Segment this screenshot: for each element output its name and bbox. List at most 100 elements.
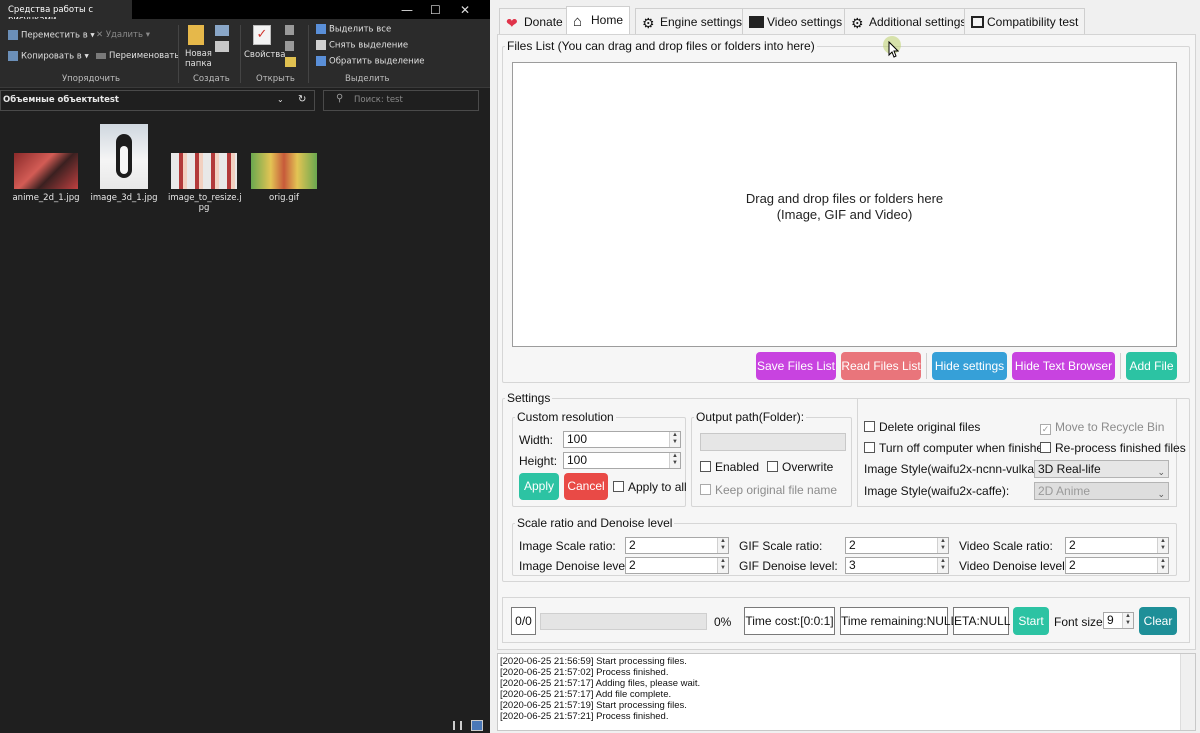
spin-arrows[interactable]: ▲ ▼ [1157, 558, 1168, 573]
picture-tools-tab[interactable]: Средства работы с рисунками [0, 0, 132, 25]
easy-access-icon[interactable] [215, 41, 229, 52]
image-scale-spinbox[interactable]: 2 ▲ ▼ [625, 537, 729, 554]
cancel-button[interactable]: Cancel [564, 473, 608, 500]
log-scrollbar[interactable] [1180, 654, 1195, 730]
file-item[interactable]: anime_2d_1.jpg [10, 153, 82, 203]
open-icon[interactable] [285, 25, 294, 35]
read-files-list-button[interactable]: Read Files List [841, 352, 921, 380]
drop-zone-text: Drag and drop files or folders here (Ima… [745, 191, 944, 222]
hide-settings-button[interactable]: Hide settings [932, 352, 1007, 380]
style-vulkan-select[interactable]: 3D Real-life ⌄ [1034, 460, 1169, 478]
maximize-icon[interactable]: ☐ [430, 3, 441, 17]
hide-text-browser-button[interactable]: Hide Text Browser [1012, 352, 1115, 380]
file-drop-zone[interactable]: Drag and drop files or folders here (Ima… [512, 62, 1177, 347]
properties-button[interactable]: Свойства [244, 50, 286, 60]
spin-arrows[interactable]: ▲ ▼ [717, 558, 728, 573]
enabled-checkbox[interactable]: Enabled [700, 460, 759, 474]
rename-icon [96, 52, 106, 59]
log-line: [2020-06-25 21:57:17] Adding files, plea… [500, 678, 701, 689]
file-item[interactable]: image_to_resize.j pg [168, 153, 242, 213]
apply-to-all-checkbox[interactable]: Apply to all [613, 480, 687, 494]
file-item[interactable]: orig.gif [248, 153, 320, 203]
clear-button[interactable]: Clear [1139, 607, 1177, 635]
video-denoise-spinbox[interactable]: 2 ▲ ▼ [1065, 557, 1169, 574]
file-item[interactable]: image_3d_1.jpg [88, 124, 160, 203]
select-all-button[interactable]: Выделить все [316, 24, 391, 35]
files-list-legend: Files List (You can drag and drop files … [507, 39, 815, 53]
video-denoise-label: Video Denoise level: [959, 559, 1069, 573]
settings-icon: ⚙ [851, 15, 864, 31]
mouse-cursor-icon [888, 41, 899, 58]
spin-arrows[interactable]: ▲ ▼ [717, 538, 728, 553]
deselect-button[interactable]: Снять выделение [316, 40, 408, 51]
tab-home[interactable]: ⌂ Home [566, 6, 631, 34]
breadcrumb-root[interactable]: Объемные объекты [3, 95, 100, 105]
log-line: [2020-06-25 21:57:19] Start processing f… [500, 700, 687, 711]
breadcrumb-leaf[interactable]: test [100, 95, 119, 105]
gif-denoise-spinbox[interactable]: 3 ▲ ▼ [845, 557, 949, 574]
tab-donate[interactable]: ❤ Donate [499, 8, 570, 34]
font-size-spinbox[interactable]: 9 ▲ ▼ [1103, 612, 1134, 629]
spin-arrows[interactable]: ▲ ▼ [669, 453, 680, 468]
edit-icon[interactable] [285, 41, 294, 51]
minimize-icon[interactable]: — [401, 3, 413, 17]
invert-selection-button[interactable]: Обратить выделение [316, 56, 424, 67]
large-icons-view-icon[interactable] [471, 720, 483, 731]
ribbon-separator [178, 25, 179, 83]
style-vulkan-label: Image Style(waifu2x-ncnn-vulkan): [864, 462, 1049, 476]
checkbox-box: ✓ [1040, 424, 1051, 435]
width-spinbox[interactable]: 100 ▲ ▼ [563, 431, 681, 448]
file-thumbnail [251, 153, 317, 189]
address-bar[interactable]: Объемные объекты › test ⌄ ↻ [0, 90, 315, 111]
gif-scale-spinbox[interactable]: 2 ▲ ▼ [845, 537, 949, 554]
height-spinbox[interactable]: 100 ▲ ▼ [563, 452, 681, 469]
spin-arrows[interactable]: ▲ ▼ [937, 558, 948, 573]
spin-arrows[interactable]: ▲ ▼ [1157, 538, 1168, 553]
custom-resolution-legend: Custom resolution [517, 410, 614, 424]
video-scale-label: Video Scale ratio: [959, 539, 1053, 553]
ribbon-separator [240, 25, 241, 83]
spin-arrows[interactable]: ▲ ▼ [937, 538, 948, 553]
time-cost-label: Time cost:[0:0:1] [744, 607, 835, 635]
history-icon[interactable] [285, 57, 296, 67]
reprocess-checkbox[interactable]: Re-process finished files [1040, 441, 1186, 455]
image-scale-label: Image Scale ratio: [519, 539, 616, 553]
search-input[interactable]: ⚲ Поиск: test [323, 90, 479, 111]
address-bar-row: Объемные объекты › test ⌄ ↻ ⚲ Поиск: tes… [0, 88, 490, 113]
log-text-browser[interactable]: [2020-06-25 21:56:59] Start processing f… [497, 653, 1196, 731]
tab-video-settings[interactable]: Video settings [742, 8, 850, 34]
video-scale-spinbox[interactable]: 2 ▲ ▼ [1065, 537, 1169, 554]
style-caffe-select[interactable]: 2D Anime ⌄ [1034, 482, 1169, 500]
keep-original-name-checkbox[interactable]: Keep original file name [700, 483, 837, 497]
rename-button[interactable]: Переименовать [96, 51, 179, 61]
delete-original-checkbox[interactable]: Delete original files [864, 420, 980, 434]
save-files-list-button[interactable]: Save Files List [756, 352, 836, 380]
turn-off-computer-checkbox[interactable]: Turn off computer when finished [864, 441, 1050, 455]
waifu2x-app-window: ❤ Donate ⌂ Home ⚙ Engine settings Video set… [490, 0, 1200, 733]
move-to-recycle-bin-checkbox[interactable]: ✓ Move to Recycle Bin [1040, 420, 1164, 435]
output-path-input[interactable] [700, 433, 846, 451]
spin-arrows[interactable]: ▲ ▼ [669, 432, 680, 447]
new-folder-button[interactable]: Новая папка [185, 49, 212, 69]
start-button[interactable]: Start [1013, 607, 1049, 635]
add-file-button[interactable]: Add File [1126, 352, 1177, 380]
tab-compatibility-test[interactable]: Compatibility test [964, 8, 1086, 34]
overwrite-checkbox[interactable]: Overwrite [767, 460, 833, 474]
apply-button[interactable]: Apply [519, 473, 559, 500]
spin-arrows[interactable]: ▲ ▼ [1122, 613, 1133, 628]
copy-to-button[interactable]: Копировать в ▾ [8, 51, 89, 62]
move-to-button[interactable]: Переместить в ▾ [8, 30, 95, 41]
chevron-down-icon[interactable]: ⌄ [277, 95, 284, 104]
open-group-label: Открыть [256, 74, 295, 84]
details-view-icon[interactable] [453, 721, 462, 730]
tab-additional-settings[interactable]: ⚙ Additional settings [844, 8, 974, 34]
image-denoise-spinbox[interactable]: 2 ▲ ▼ [625, 557, 729, 574]
eta-label: ETA:NULL [953, 607, 1010, 635]
close-icon[interactable]: ✕ [460, 3, 470, 17]
delete-button[interactable]: ✕ Удалить ▾ [96, 30, 150, 40]
refresh-icon[interactable]: ↻ [298, 94, 306, 105]
tab-engine-settings[interactable]: ⚙ Engine settings [635, 8, 750, 34]
image-denoise-label: Image Denoise level: [519, 559, 632, 573]
tab-bar: ❤ Donate ⌂ Home ⚙ Engine settings Video set… [490, 6, 1200, 34]
new-item-icon[interactable] [215, 25, 229, 36]
